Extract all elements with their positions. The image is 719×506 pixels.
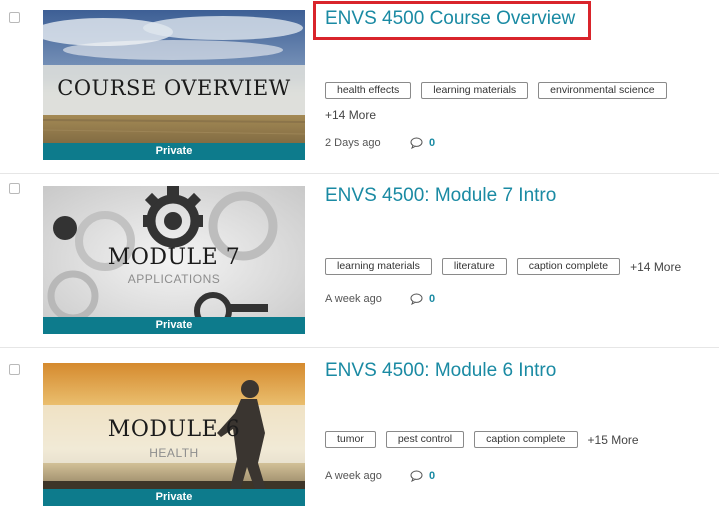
private-badge: Private (43, 143, 305, 160)
entry-time: A week ago (325, 470, 382, 482)
speech-bubble-icon (410, 293, 423, 305)
thumbnail[interactable]: COURSE OVERVIEW Private (43, 10, 305, 160)
comment-count: 0 (429, 470, 436, 482)
select-checkbox[interactable] (9, 12, 20, 23)
tag[interactable]: literature (441, 258, 507, 276)
entry-time: 2 Days ago (325, 137, 381, 149)
speech-bubble-icon (410, 470, 423, 482)
private-badge: Private (43, 489, 305, 506)
thumbnail-title: MODULE 6 (107, 417, 241, 442)
private-badge: Private (43, 317, 305, 334)
comments-link[interactable]: 0 (410, 293, 435, 305)
media-entry: MODULE 7 APPLICATIONS Private ENVS 4500:… (0, 174, 719, 347)
tag[interactable]: tumor (325, 431, 376, 449)
thumbnail-title: COURSE OVERVIEW (57, 76, 291, 100)
thumbnail-subtitle: HEALTH (149, 446, 199, 460)
thumbnail-subtitle: APPLICATIONS (127, 272, 221, 286)
comments-link[interactable]: 0 (410, 137, 435, 149)
divider (0, 347, 719, 348)
more-tags-link[interactable]: +15 More (588, 433, 639, 447)
comment-count: 0 (429, 293, 436, 305)
comments-link[interactable]: 0 (410, 470, 435, 482)
tag[interactable]: caption complete (516, 258, 621, 276)
media-entry: MODULE 6 HEALTH Private ENVS 4500: Modul… (0, 349, 719, 506)
entry-title-link[interactable]: ENVS 4500: Module 6 Intro (325, 360, 556, 382)
thumbnail[interactable]: MODULE 7 APPLICATIONS Private (43, 186, 305, 334)
tag[interactable]: caption complete (474, 431, 578, 449)
media-entry: COURSE OVERVIEW Private ENVS 4500 Course… (0, 0, 719, 173)
entry-time: A week ago (325, 293, 382, 305)
tag-list: tumor pest control caption complete +15 Mor… (325, 431, 639, 449)
thumbnail-title: MODULE 7 (107, 245, 241, 270)
tag-list: learning materials literature caption comp… (325, 258, 681, 276)
select-checkbox[interactable] (9, 364, 20, 375)
comment-count: 0 (429, 137, 436, 149)
entry-meta: 2 Days ago 0 (325, 137, 435, 149)
tag[interactable]: pest control (385, 431, 465, 449)
tag[interactable]: environmental science (538, 82, 667, 100)
entry-title-link[interactable]: ENVS 4500 Course Overview (325, 8, 575, 30)
more-tags-link[interactable]: +14 More (325, 108, 376, 122)
tag[interactable]: learning materials (421, 82, 529, 100)
speech-bubble-icon (410, 137, 423, 149)
select-checkbox[interactable] (9, 183, 20, 194)
thumbnail[interactable]: MODULE 6 HEALTH Private (43, 363, 305, 506)
entry-title-link[interactable]: ENVS 4500: Module 7 Intro (325, 185, 556, 207)
entry-meta: A week ago 0 (325, 293, 435, 305)
more-tags-link[interactable]: +14 More (630, 260, 681, 274)
tag[interactable]: health effects (325, 82, 412, 100)
entry-meta: A week ago 0 (325, 470, 435, 482)
tag-list: health effects learning materials environm… (325, 82, 677, 100)
tag[interactable]: learning materials (325, 258, 432, 276)
